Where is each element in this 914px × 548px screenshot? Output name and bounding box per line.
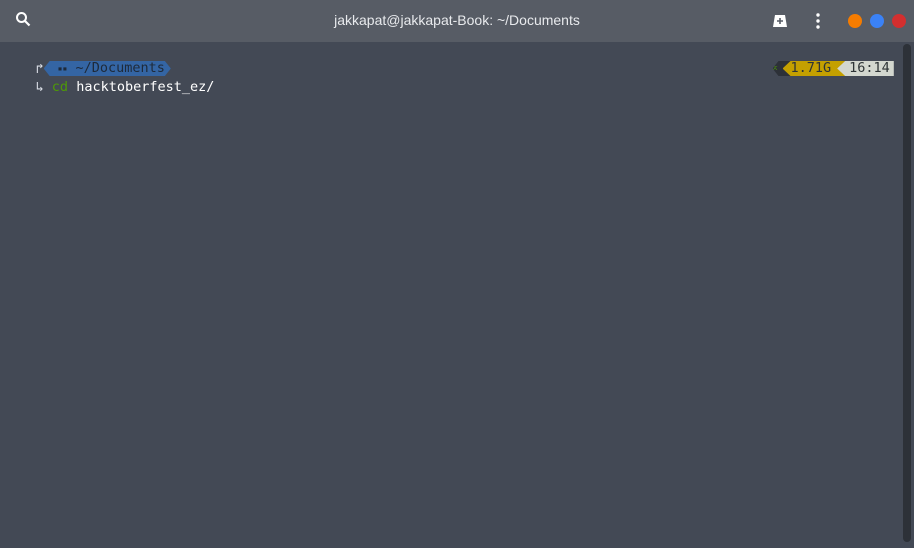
title-bar: jakkapat@jakkapat-Book: ~/Documents — [0, 0, 914, 42]
command-line: ↳ cd hacktoberfest_ez/ — [3, 62, 215, 113]
scrollbar[interactable] — [903, 44, 911, 542]
clock: 16:14 — [837, 61, 894, 76]
terminal-output[interactable]: ↱ ▪▪ ~/Documents ⌅ 1.71G 16:14 ↳ cd hacktob… — [0, 42, 900, 548]
prompt-bottom-arrow: ↳ — [35, 79, 44, 95]
command: cd — [51, 79, 69, 95]
command-argument: hacktoberfest_ez/ — [76, 79, 215, 95]
maximize-button[interactable] — [870, 14, 884, 28]
close-button[interactable] — [892, 14, 906, 28]
more-vert-icon[interactable] — [816, 13, 820, 33]
new-tab-icon[interactable] — [772, 13, 788, 32]
right-prompt: ⌅ 1.71G 16:14 — [740, 44, 894, 95]
minimize-button[interactable] — [848, 14, 862, 28]
memory-usage: 1.71G — [782, 61, 846, 76]
